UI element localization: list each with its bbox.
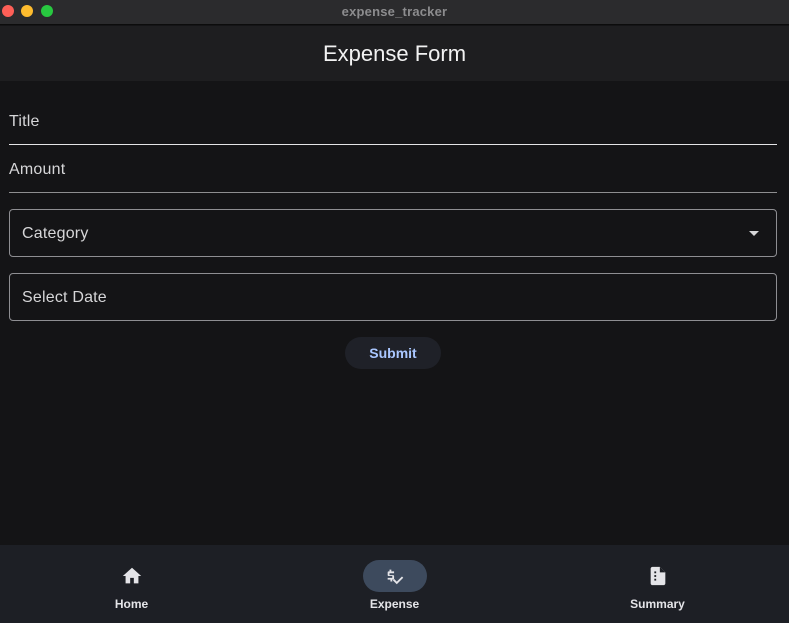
price-check-icon [384,565,406,587]
page-title: Expense Form [322,41,467,66]
nav-item-summary[interactable]: Summary [526,545,789,623]
title-field-label: Title [9,113,40,130]
nav-item-expense[interactable]: Expense [263,545,526,623]
amount-field-underline [9,192,777,193]
summary-icon [647,565,669,587]
title-field-underline [9,144,777,145]
amount-field-label: Amount [9,161,66,178]
dropdown-arrow-icon [749,231,759,236]
amount-field[interactable]: Amount [9,152,777,194]
select-date-label: Select Date [22,289,107,306]
submit-button[interactable]: Submit [345,337,441,369]
nav-indicator-summary [626,560,690,592]
nav-item-home[interactable]: Home [0,545,263,623]
nav-indicator-expense [362,560,427,592]
nav-indicator-home [100,560,164,592]
select-date-field[interactable]: Select Date [9,273,777,321]
home-icon [121,565,143,587]
app-window: expense_tracker Expense Form Title Amoun… [0,0,789,623]
window-title: expense_tracker [341,4,448,19]
app-bar: Expense Form [0,26,789,81]
category-dropdown[interactable]: Category [9,209,777,257]
bottom-navigation: Home Expense Summary [0,545,789,623]
category-dropdown-label: Category [22,225,89,242]
nav-label-home: Home [114,597,149,611]
nav-label-expense: Expense [369,597,420,611]
window-titlebar: expense_tracker [0,0,789,25]
nav-label-summary: Summary [630,597,685,611]
title-field[interactable]: Title [9,104,777,146]
